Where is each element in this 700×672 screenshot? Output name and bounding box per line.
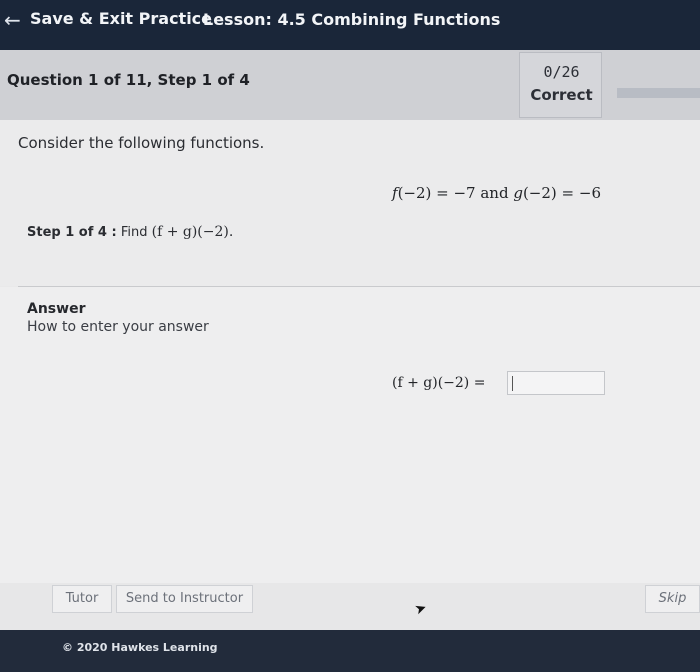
question-intro: Consider the following functions. <box>18 134 265 152</box>
score-label: Correct <box>530 86 593 104</box>
f-value-text: (−2) = −7 and <box>397 184 514 202</box>
g-symbol: g <box>513 184 523 202</box>
question-step-label: Question 1 of 11, Step 1 of 4 <box>7 71 250 89</box>
g-value-text: (−2) = −6 <box>522 184 601 202</box>
how-to-enter-link[interactable]: How to enter your answer <box>27 319 209 335</box>
question-panel: Consider the following functions. f(−2) … <box>0 120 700 286</box>
lesson-title: Lesson: 4.5 Combining Functions <box>203 10 501 29</box>
given-values: f(−2) = −7 and g(−2) = −6 <box>392 184 601 202</box>
save-exit-link[interactable]: Save & Exit Practice <box>30 9 212 28</box>
button-bar: Tutor Send to Instructor ➤ Skip <box>0 583 700 630</box>
find-expression: (f + g)(−2). <box>151 224 234 240</box>
find-text: Find <box>120 225 148 240</box>
question-header: Question 1 of 11, Step 1 of 4 0/26 Corre… <box>0 50 700 120</box>
score-value: 0/26 <box>543 63 580 81</box>
answer-equation-label: (f + g)(−2) = <box>392 375 486 391</box>
score-box: 0/26 Correct <box>519 52 602 118</box>
top-bar: ← Save & Exit Practice Lesson: 4.5 Combi… <box>0 0 700 50</box>
tutor-button[interactable]: Tutor <box>52 585 112 613</box>
step-label: Step 1 of 4 : <box>27 225 117 240</box>
skip-button[interactable]: Skip <box>645 585 700 613</box>
step-instruction: Step 1 of 4 : Find (f + g)(−2). <box>27 224 233 240</box>
left-arrow-icon[interactable]: ← <box>4 8 21 32</box>
answer-input[interactable] <box>507 371 605 395</box>
footer: © 2020 Hawkes Learning <box>0 630 700 672</box>
copyright-text: © 2020 Hawkes Learning <box>62 641 218 654</box>
text-caret <box>512 376 513 391</box>
progress-bar <box>617 88 700 98</box>
answer-title: Answer <box>27 301 86 317</box>
send-to-instructor-button[interactable]: Send to Instructor <box>116 585 253 613</box>
mouse-pointer-icon: ➤ <box>412 599 430 619</box>
answer-panel: Answer How to enter your answer (f + g)(… <box>0 287 700 583</box>
